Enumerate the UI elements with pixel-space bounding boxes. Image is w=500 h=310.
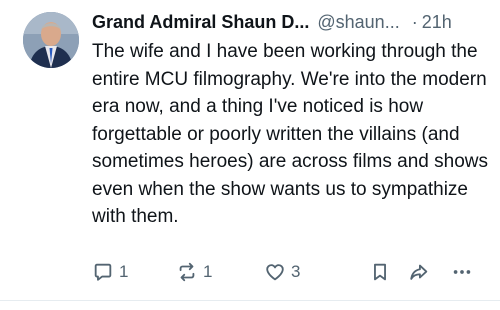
bookmark-icon bbox=[374, 263, 386, 281]
like-button[interactable]: 3 bbox=[264, 260, 300, 284]
more-icon bbox=[453, 270, 471, 274]
avatar[interactable] bbox=[23, 12, 79, 68]
share-button[interactable] bbox=[408, 260, 430, 284]
avatar-image bbox=[23, 12, 79, 68]
post-divider bbox=[0, 300, 500, 301]
more-options-button[interactable] bbox=[451, 260, 473, 284]
post-timestamp[interactable]: 21h bbox=[422, 10, 452, 34]
heart-icon bbox=[266, 264, 284, 281]
post-text: The wife and I have been working through… bbox=[92, 41, 488, 227]
action-bar: 1 1 3 bbox=[92, 260, 478, 284]
author-name[interactable]: Grand Admiral Shaun D... bbox=[92, 10, 309, 34]
post[interactable]: Grand Admiral Shaun D... @shaun... · 21h… bbox=[0, 0, 500, 300]
separator-dot: · bbox=[411, 12, 418, 32]
repost-icon bbox=[179, 262, 195, 282]
post-header: Grand Admiral Shaun D... @shaun... · 21h bbox=[92, 10, 492, 36]
like-count: 3 bbox=[291, 262, 301, 281]
reply-count: 1 bbox=[119, 262, 129, 281]
post-content: Grand Admiral Shaun D... @shaun... · 21h… bbox=[92, 10, 492, 231]
reply-icon bbox=[94, 263, 112, 281]
repost-count: 1 bbox=[203, 262, 213, 281]
author-handle[interactable]: @shaun... bbox=[317, 10, 399, 34]
repost-button[interactable]: 1 bbox=[176, 260, 212, 284]
reply-button[interactable]: 1 bbox=[92, 260, 128, 284]
bookmark-button[interactable] bbox=[369, 260, 391, 284]
share-icon bbox=[410, 264, 428, 280]
